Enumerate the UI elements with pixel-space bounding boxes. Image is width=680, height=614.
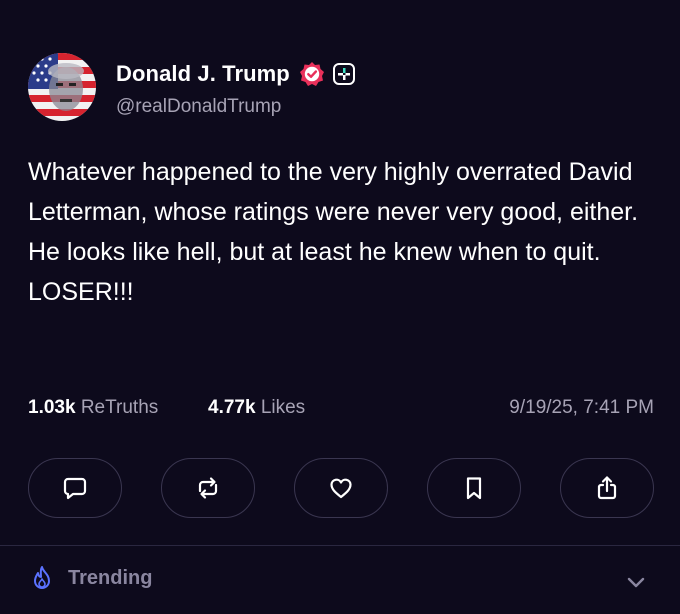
bookmark-icon: [466, 477, 482, 500]
trending-label: Trending: [68, 566, 153, 589]
chevron-down-icon[interactable]: [624, 570, 648, 594]
post-timestamp: 9/19/25, 7:41 PM: [509, 397, 654, 418]
share-button[interactable]: [560, 458, 654, 518]
author-name[interactable]: Donald J. Trump: [116, 61, 290, 87]
likes-label: Likes: [260, 397, 306, 418]
plus-badge-icon: [332, 63, 355, 85]
author-row: Donald J. Trump: [116, 61, 355, 87]
comment-icon: [63, 477, 87, 500]
reply-button[interactable]: [28, 458, 122, 518]
bookmark-button[interactable]: [427, 458, 521, 518]
share-icon: [597, 476, 617, 500]
verified-badge-icon: [299, 62, 324, 86]
retruth-button[interactable]: [161, 458, 255, 518]
retruths-stat[interactable]: 1.03k ReTruths: [28, 397, 158, 419]
likes-stat[interactable]: 4.77k Likes: [208, 397, 305, 419]
heart-icon: [330, 478, 352, 499]
avatar[interactable]: [28, 53, 96, 121]
trending-tab[interactable]: Trending: [30, 565, 152, 591]
avatar-image: [28, 53, 96, 121]
like-button[interactable]: [294, 458, 388, 518]
retruths-count: 1.03k: [28, 397, 76, 418]
post-text: Whatever happened to the very highly ove…: [28, 158, 639, 306]
action-bar: [28, 458, 654, 518]
likes-count: 4.77k: [208, 397, 256, 418]
author-handle[interactable]: @realDonaldTrump: [116, 96, 281, 118]
flame-icon: [34, 566, 50, 589]
divider: [0, 545, 680, 546]
retruth-icon: [198, 477, 218, 499]
retruths-label: ReTruths: [80, 397, 159, 418]
post-header: Donald J. Trump @realDonaldTrump: [28, 52, 648, 124]
